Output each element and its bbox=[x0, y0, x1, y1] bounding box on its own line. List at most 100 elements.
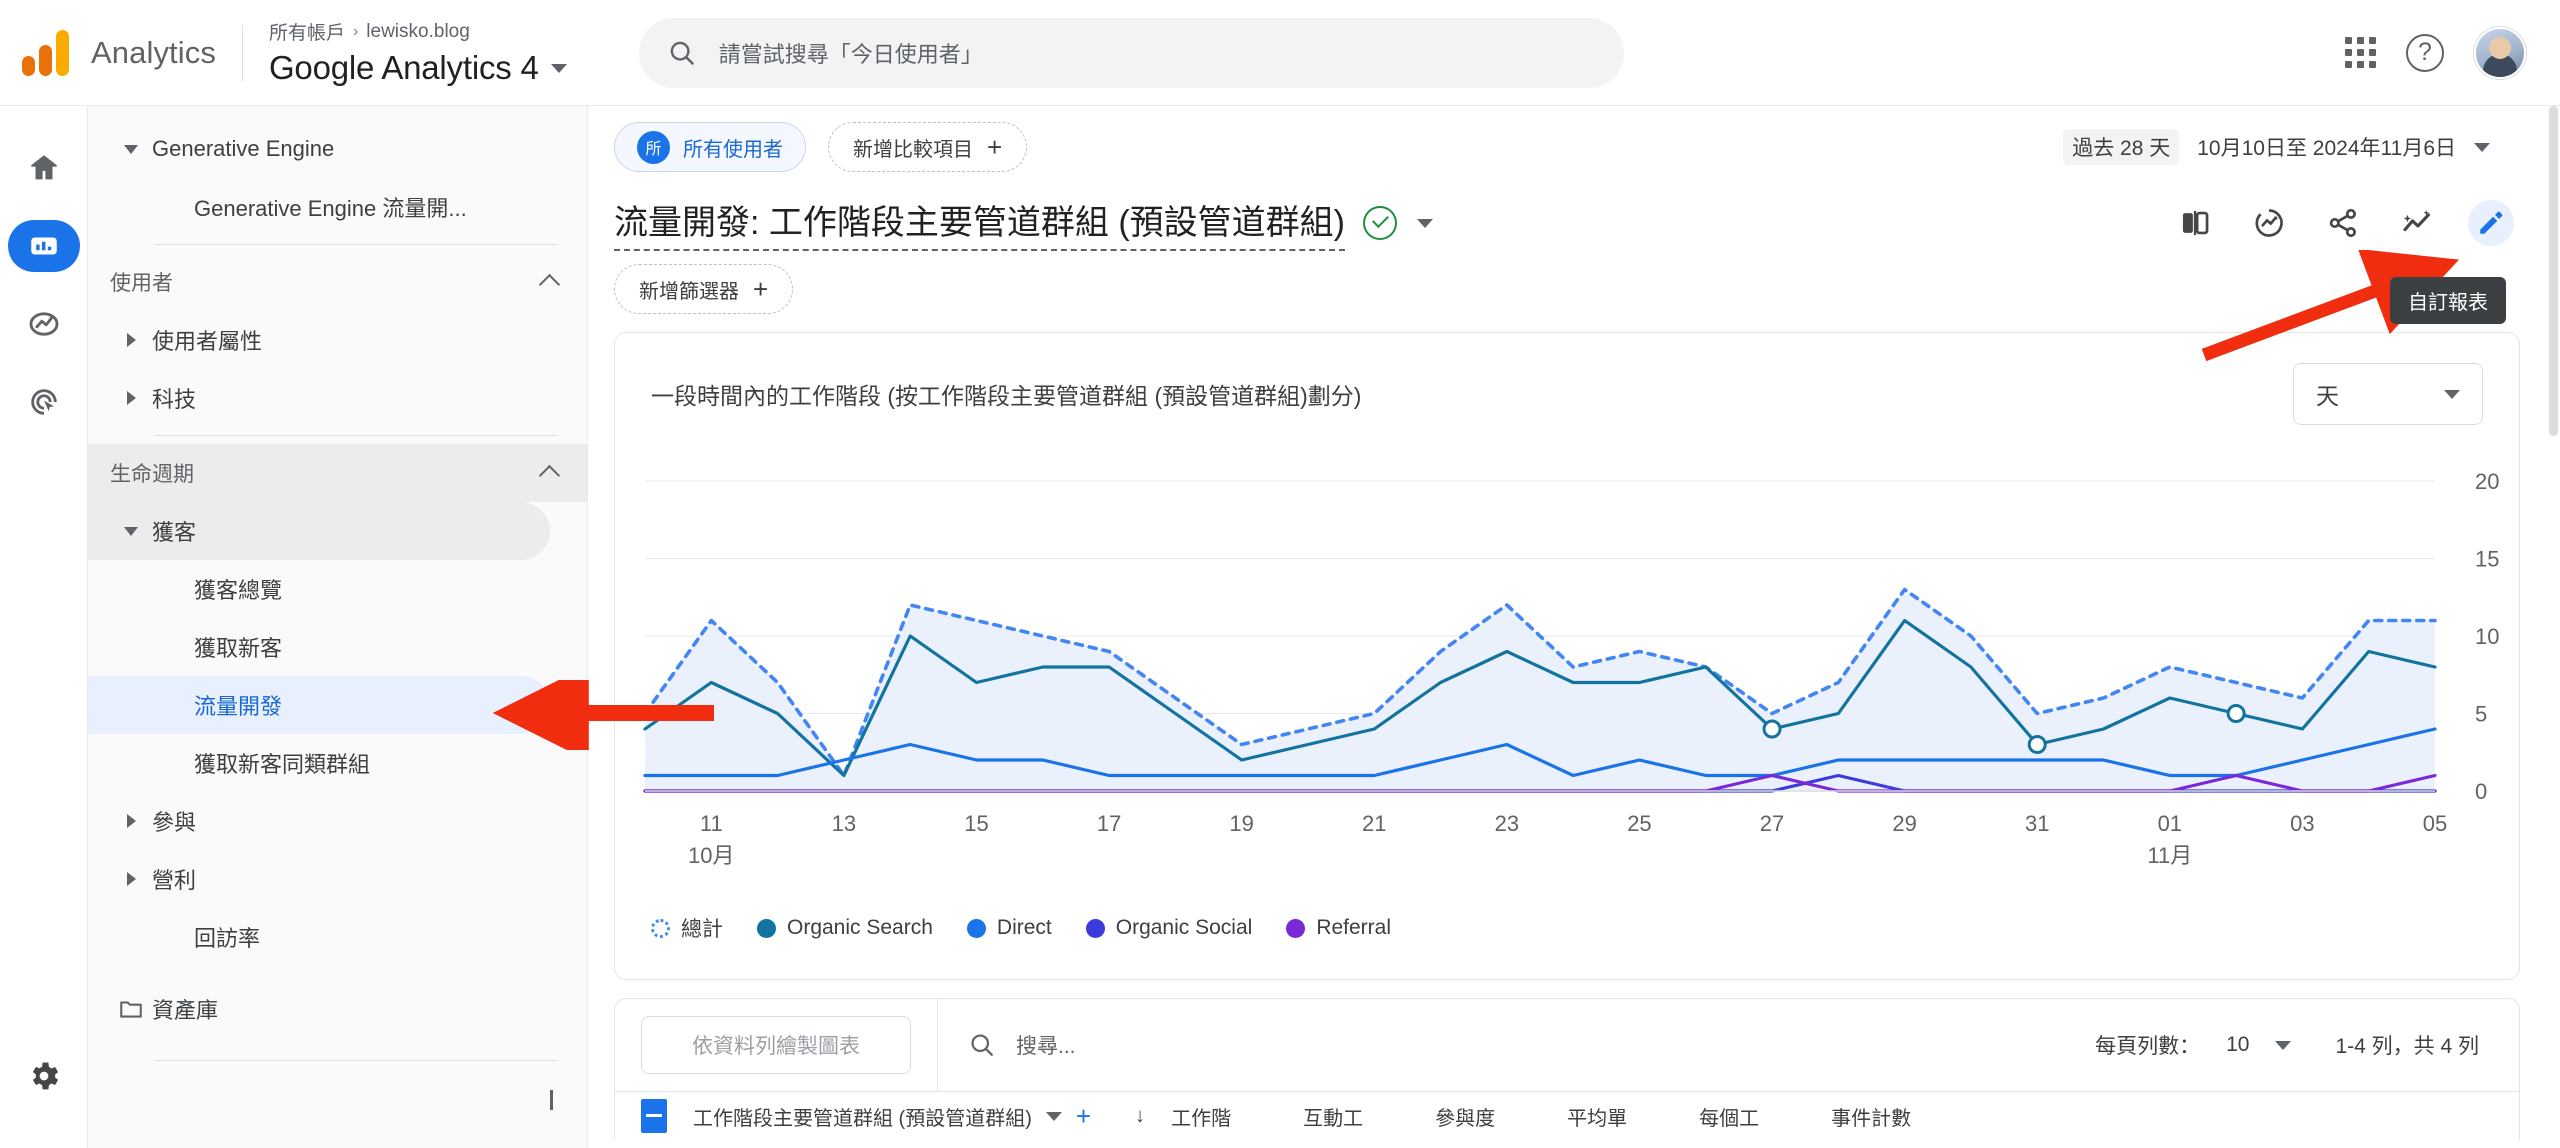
chevron-right-icon[interactable] bbox=[110, 814, 152, 828]
metric-header[interactable]: 平均單 bbox=[1567, 1102, 1627, 1131]
svg-text:11: 11 bbox=[700, 811, 723, 836]
rail-item-advertising[interactable] bbox=[8, 376, 80, 428]
audience-chip-all-users[interactable]: 所 所有使用者 bbox=[614, 122, 806, 172]
sidebar-item-user-acquisition[interactable]: 獲取新客 bbox=[88, 618, 587, 676]
scrollbar-thumb[interactable] bbox=[2549, 106, 2558, 436]
sidebar-item-label: 獲客總覽 bbox=[194, 578, 283, 603]
search-input[interactable]: 請嘗試搜尋「今日使用者」 bbox=[638, 17, 1624, 88]
metric-header[interactable]: 工作階 bbox=[1171, 1102, 1231, 1131]
add-comparison-button[interactable]: 新增比較項目 + bbox=[828, 122, 1028, 172]
rail-item-settings[interactable] bbox=[8, 1050, 80, 1102]
metric-header[interactable]: 事件計數 bbox=[1831, 1102, 1911, 1131]
granularity-select[interactable]: 天 bbox=[2293, 363, 2483, 425]
sidebar-item-tech[interactable]: 科技 bbox=[88, 369, 587, 427]
sidebar-group-generative-engine[interactable]: Generative Engine bbox=[88, 120, 587, 178]
property-row[interactable]: Google Analytics 4 bbox=[269, 49, 567, 87]
sidebar-item-traffic-acquisition[interactable]: 流量開發 bbox=[88, 676, 550, 734]
compare-layout-icon[interactable] bbox=[2172, 200, 2218, 246]
metric-header[interactable]: 互動工 bbox=[1303, 1102, 1363, 1131]
vertical-scrollbar[interactable] bbox=[2546, 106, 2560, 1148]
sidebar-item-user-attributes[interactable]: 使用者屬性 bbox=[88, 311, 587, 369]
chevron-right-icon[interactable] bbox=[110, 391, 152, 405]
legend-marker-organic-social-icon bbox=[1085, 918, 1105, 938]
chevron-right-icon[interactable] bbox=[110, 872, 152, 886]
sidebar-item-library[interactable]: 資產庫 bbox=[88, 980, 587, 1038]
rows-per-page-value[interactable]: 10 bbox=[2226, 1033, 2249, 1057]
date-range-selector[interactable]: 過去 28 天 10月10日至 2024年11月6日 bbox=[2063, 129, 2490, 165]
sidebar-item-label: Generative Engine bbox=[152, 136, 335, 161]
sidebar-section-users[interactable]: 使用者 bbox=[88, 253, 587, 311]
sidebar-section-lifecycle[interactable]: 生命週期 bbox=[88, 444, 587, 502]
legend-item[interactable]: Referral bbox=[1286, 916, 1391, 940]
table-search-input[interactable]: 搜尋... bbox=[968, 1030, 1076, 1060]
analytics-app: Analytics 所有帳戶 › lewisko.blog Google Ana… bbox=[0, 0, 2560, 1148]
chevron-up-icon[interactable] bbox=[538, 273, 561, 296]
sidebar-item-user-acquisition-cohorts[interactable]: 獲取新客同類群組 bbox=[88, 734, 587, 792]
sidebar-item-label: 參與 bbox=[152, 810, 197, 835]
sidebar-item-label: 獲客 bbox=[152, 520, 197, 545]
chevron-down-icon[interactable] bbox=[1045, 1111, 1062, 1121]
legend-marker-direct-icon bbox=[966, 918, 986, 938]
metric-header[interactable]: 每個工 bbox=[1699, 1102, 1759, 1131]
svg-text:10月: 10月 bbox=[688, 843, 734, 868]
rail-item-reports[interactable] bbox=[7, 220, 80, 272]
rail-item-home[interactable] bbox=[8, 142, 80, 194]
sidebar-item-acquisition[interactable]: 獲客 bbox=[88, 502, 550, 560]
legend-item[interactable]: Organic Search bbox=[757, 916, 933, 940]
grid-apps-icon[interactable] bbox=[2345, 37, 2376, 68]
filter-row: 新增篩選器 + bbox=[588, 258, 2560, 320]
rail-item-explore[interactable] bbox=[8, 298, 80, 350]
sidebar-item-engagement[interactable]: 參與 bbox=[88, 792, 587, 850]
date-range-text: 10月10日至 2024年11月6日 bbox=[2197, 137, 2456, 160]
metric-header[interactable]: 參與度 bbox=[1435, 1102, 1495, 1131]
edit-pencil-icon[interactable] bbox=[2468, 200, 2514, 246]
chevron-down-icon[interactable] bbox=[1416, 218, 1433, 228]
sidebar-item-retention[interactable]: 回訪率 bbox=[88, 908, 587, 966]
legend-item[interactable]: 總計 bbox=[651, 913, 723, 943]
account-selector[interactable]: 所有帳戶 › lewisko.blog Google Analytics 4 bbox=[269, 18, 567, 87]
tooltip-customize-report: 自訂報表 bbox=[2390, 277, 2506, 324]
collapse-nav-button[interactable] bbox=[550, 1090, 553, 1110]
plot-rows-button[interactable]: 依資料列繪製圖表 bbox=[641, 1016, 911, 1074]
svg-text:27: 27 bbox=[1760, 811, 1784, 836]
share-icon[interactable] bbox=[2320, 200, 2366, 246]
sparkline-ai-icon[interactable] bbox=[2394, 200, 2440, 246]
header-divider bbox=[241, 24, 243, 81]
sidebar-item-label: 流量開發 bbox=[194, 694, 283, 719]
legend-item[interactable]: Organic Social bbox=[1085, 916, 1252, 940]
nav-divider bbox=[154, 435, 557, 436]
breadcrumb-account[interactable]: 所有帳戶 bbox=[269, 18, 345, 45]
sidebar-item-label: 營利 bbox=[152, 868, 197, 893]
chevron-down-icon[interactable] bbox=[550, 63, 567, 73]
chevron-down-icon[interactable] bbox=[110, 144, 152, 154]
sidebar-item-monetization[interactable]: 營利 bbox=[88, 850, 587, 908]
line-chart[interactable]: 0 5 10 15 20 11 10月 13 15 17 19 21 23 25 27 29 31 01 11月 03… bbox=[615, 461, 2519, 881]
row-select-icon[interactable] bbox=[641, 1099, 667, 1133]
gear-icon bbox=[32, 1062, 58, 1090]
chevron-right-icon[interactable] bbox=[110, 333, 152, 347]
add-filter-button[interactable]: 新增篩選器 + bbox=[614, 264, 794, 314]
chevron-down-icon[interactable] bbox=[2474, 142, 2490, 152]
svg-text:15: 15 bbox=[2475, 547, 2499, 572]
legend-label: Organic Search bbox=[787, 916, 933, 939]
svg-text:0: 0 bbox=[2475, 779, 2487, 804]
breadcrumb-property[interactable]: lewisko.blog bbox=[366, 21, 470, 43]
sidebar-item-generative-engine-traffic[interactable]: Generative Engine 流量開... bbox=[88, 178, 587, 236]
svg-text:21: 21 bbox=[1362, 811, 1386, 836]
add-dimension-icon[interactable]: + bbox=[1076, 1101, 1091, 1132]
sidebar-item-acquisition-overview[interactable]: 獲客總覽 bbox=[88, 560, 587, 618]
insights-icon[interactable] bbox=[2246, 200, 2292, 246]
table-dimension-header[interactable]: 工作階段主要管道群組 (預設管道群組) + bbox=[693, 1101, 1091, 1132]
sidebar-item-label: 回訪率 bbox=[194, 926, 261, 951]
dimension-label: 工作階段主要管道群組 (預設管道群組) bbox=[693, 1107, 1032, 1130]
chevron-down-icon[interactable] bbox=[110, 526, 152, 536]
chevron-up-icon[interactable] bbox=[538, 464, 561, 487]
sort-down-arrow-icon[interactable]: ↓ bbox=[1135, 1105, 1145, 1128]
audience-chip-label: 所有使用者 bbox=[683, 138, 783, 161]
help-circle-icon[interactable]: ? bbox=[2406, 33, 2444, 72]
avatar[interactable] bbox=[2474, 26, 2526, 79]
legend-item[interactable]: Direct bbox=[966, 916, 1052, 940]
date-range-pill: 過去 28 天 bbox=[2063, 129, 2180, 165]
chevron-down-icon[interactable] bbox=[2275, 1040, 2292, 1050]
add-filter-label: 新增篩選器 bbox=[639, 280, 739, 303]
